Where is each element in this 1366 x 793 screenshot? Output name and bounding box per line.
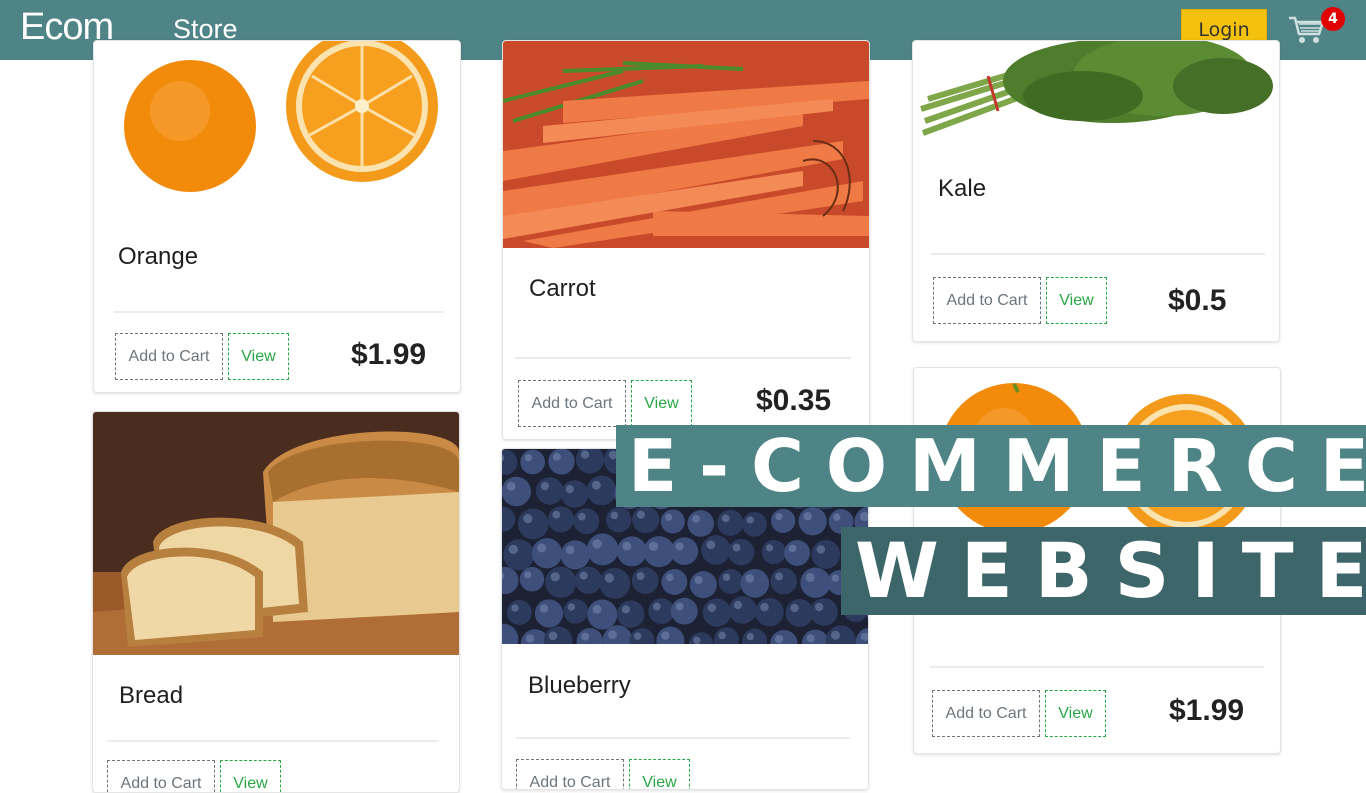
- product-price: $1.99: [351, 338, 426, 372]
- product-name: Blueberry: [528, 672, 631, 700]
- add-to-cart-button[interactable]: Add to Cart: [518, 380, 626, 427]
- view-button[interactable]: View: [220, 760, 281, 793]
- product-name: Bread: [119, 682, 183, 710]
- divider: [931, 253, 1265, 255]
- product-card-carrot: Carrot Add to Cart View $0.35: [502, 40, 870, 440]
- product-price: $1.99: [1169, 694, 1244, 728]
- banner-title-line-2: WEBSITE: [841, 527, 1366, 615]
- product-name: Orange: [118, 243, 198, 271]
- product-card-kale: Kale Add to Cart View $0.5: [912, 40, 1280, 342]
- product-price: $0.35: [756, 384, 831, 418]
- view-button[interactable]: View: [228, 333, 289, 380]
- divider: [930, 666, 1264, 668]
- product-image-orange: [94, 41, 460, 211]
- view-button[interactable]: View: [631, 380, 692, 427]
- cart-count-badge: 4: [1321, 7, 1345, 31]
- product-name: Kale: [938, 175, 986, 203]
- product-card-orange: Orange Add to Cart View $1.99: [93, 40, 461, 393]
- product-card-bread: Bread Add to Cart View: [92, 411, 460, 793]
- divider: [114, 311, 444, 313]
- add-to-cart-button[interactable]: Add to Cart: [933, 277, 1041, 324]
- product-image-bread: [93, 412, 459, 655]
- divider: [107, 740, 439, 742]
- product-price: $0.5: [1168, 284, 1226, 318]
- add-to-cart-button[interactable]: Add to Cart: [115, 333, 223, 380]
- product-image-kale: [913, 41, 1279, 141]
- product-name: Carrot: [529, 275, 596, 303]
- add-to-cart-button[interactable]: Add to Cart: [516, 759, 624, 790]
- divider: [516, 737, 850, 739]
- divider: [515, 357, 851, 359]
- banner-title-line-1: E-COMMERCE: [616, 425, 1366, 507]
- add-to-cart-button[interactable]: Add to Cart: [932, 690, 1040, 737]
- product-image-carrot: [503, 41, 869, 248]
- add-to-cart-button[interactable]: Add to Cart: [107, 760, 215, 793]
- view-button[interactable]: View: [1045, 690, 1106, 737]
- view-button[interactable]: View: [1046, 277, 1107, 324]
- view-button[interactable]: View: [629, 759, 690, 790]
